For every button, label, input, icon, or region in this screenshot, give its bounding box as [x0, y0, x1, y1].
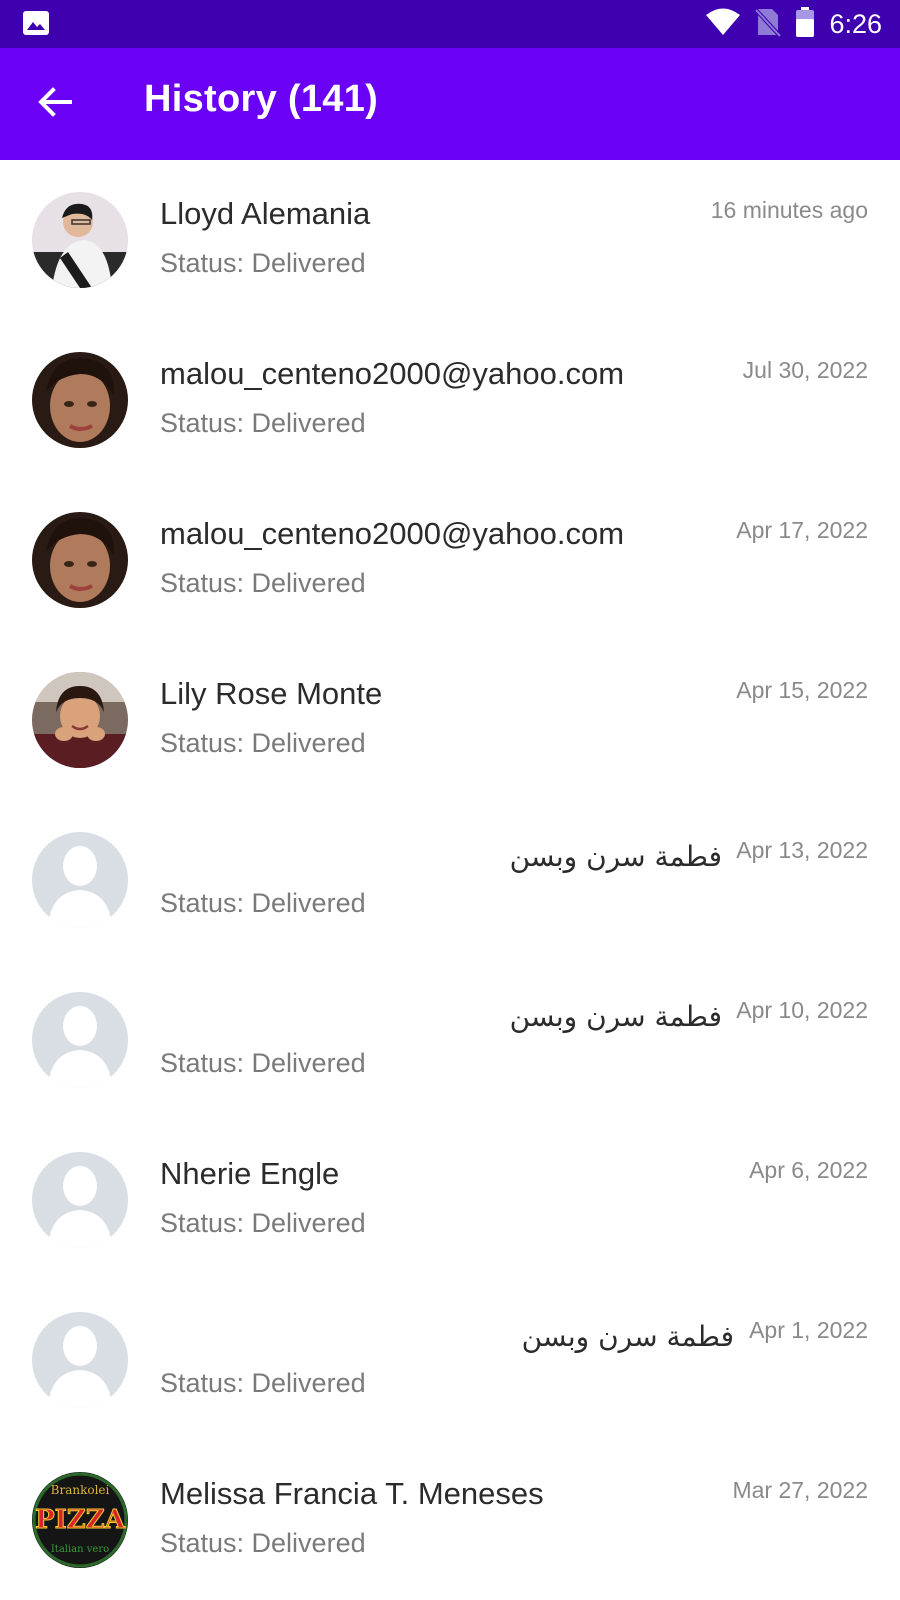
- logo-top-text: Brankolei: [51, 1483, 110, 1497]
- history-list[interactable]: Lloyd Alemania Status: Delivered 16 minu…: [0, 160, 900, 1600]
- timestamp: Mar 27, 2022: [732, 1477, 868, 1503]
- contact-name: Lily Rose Monte: [160, 676, 383, 711]
- avatar: [32, 352, 128, 448]
- contact-name: Nherie Engle: [160, 1156, 340, 1191]
- app-bar: History (141): [0, 48, 900, 160]
- status-bar: 6:26: [0, 0, 900, 48]
- contact-name: فطمة سرن وبسن: [509, 840, 722, 873]
- timestamp: Apr 13, 2022: [736, 837, 868, 863]
- timestamp: Apr 1, 2022: [749, 1317, 868, 1343]
- back-button[interactable]: [22, 72, 86, 136]
- list-item[interactable]: malou_centeno2000@yahoo.com Status: Deli…: [0, 320, 900, 480]
- list-item[interactable]: فطمة سرن وبسن Status: Delivered Apr 1, 2…: [0, 1280, 900, 1440]
- list-item[interactable]: Nherie Engle Status: Delivered Apr 6, 20…: [0, 1120, 900, 1280]
- delivery-status: Status: Delivered: [160, 1528, 366, 1558]
- delivery-status: Status: Delivered: [160, 408, 366, 438]
- wifi-icon: [705, 8, 741, 41]
- default-avatar-icon: [32, 1312, 128, 1408]
- gallery-notification-icon: [22, 10, 50, 36]
- avatar: [32, 672, 128, 768]
- list-item[interactable]: Brankolei PIZZA Italian vero Melissa Fra…: [0, 1440, 900, 1600]
- default-avatar-icon: [32, 1152, 128, 1248]
- timestamp: Jul 30, 2022: [742, 357, 868, 383]
- contact-name: malou_centeno2000@yahoo.com: [160, 356, 625, 391]
- list-item[interactable]: فطمة سرن وبسن Status: Delivered Apr 10, …: [0, 960, 900, 1120]
- contact-name: malou_centeno2000@yahoo.com: [160, 516, 625, 551]
- arrow-left-icon: [36, 84, 72, 125]
- delivery-status: Status: Delivered: [160, 1208, 366, 1238]
- pizza-logo-avatar: Brankolei PIZZA Italian vero: [32, 1472, 128, 1568]
- default-avatar-icon: [32, 832, 128, 928]
- contact-name: Melissa Francia T. Meneses: [160, 1476, 544, 1511]
- timestamp: Apr 17, 2022: [736, 517, 868, 543]
- avatar: [32, 192, 128, 288]
- timestamp: Apr 6, 2022: [749, 1157, 868, 1183]
- timestamp: Apr 15, 2022: [736, 677, 868, 703]
- delivery-status: Status: Delivered: [160, 1048, 366, 1078]
- list-item[interactable]: malou_centeno2000@yahoo.com Status: Deli…: [0, 480, 900, 640]
- contact-name: فطمة سرن وبسن: [521, 1320, 734, 1353]
- contact-name: فطمة سرن وبسن: [509, 1000, 722, 1033]
- list-item[interactable]: Lily Rose Monte Status: Delivered Apr 15…: [0, 640, 900, 800]
- delivery-status: Status: Delivered: [160, 248, 366, 278]
- logo-main-text: PIZZA: [35, 1505, 126, 1535]
- logo-bottom-text: Italian vero: [51, 1544, 109, 1555]
- page-title: History (141): [144, 78, 379, 120]
- delivery-status: Status: Delivered: [160, 1368, 366, 1398]
- timestamp: 16 minutes ago: [710, 197, 868, 223]
- no-sim-icon: [754, 7, 782, 42]
- delivery-status: Status: Delivered: [160, 728, 366, 758]
- battery-icon: [795, 6, 815, 42]
- delivery-status: Status: Delivered: [160, 568, 366, 598]
- delivery-status: Status: Delivered: [160, 888, 366, 918]
- list-item[interactable]: Lloyd Alemania Status: Delivered 16 minu…: [0, 160, 900, 320]
- default-avatar-icon: [32, 992, 128, 1088]
- clock: 6:26: [829, 8, 882, 39]
- timestamp: Apr 10, 2022: [736, 997, 868, 1023]
- list-item[interactable]: فطمة سرن وبسن Status: Delivered Apr 13, …: [0, 800, 900, 960]
- contact-name: Lloyd Alemania: [160, 196, 371, 231]
- avatar: [32, 512, 128, 608]
